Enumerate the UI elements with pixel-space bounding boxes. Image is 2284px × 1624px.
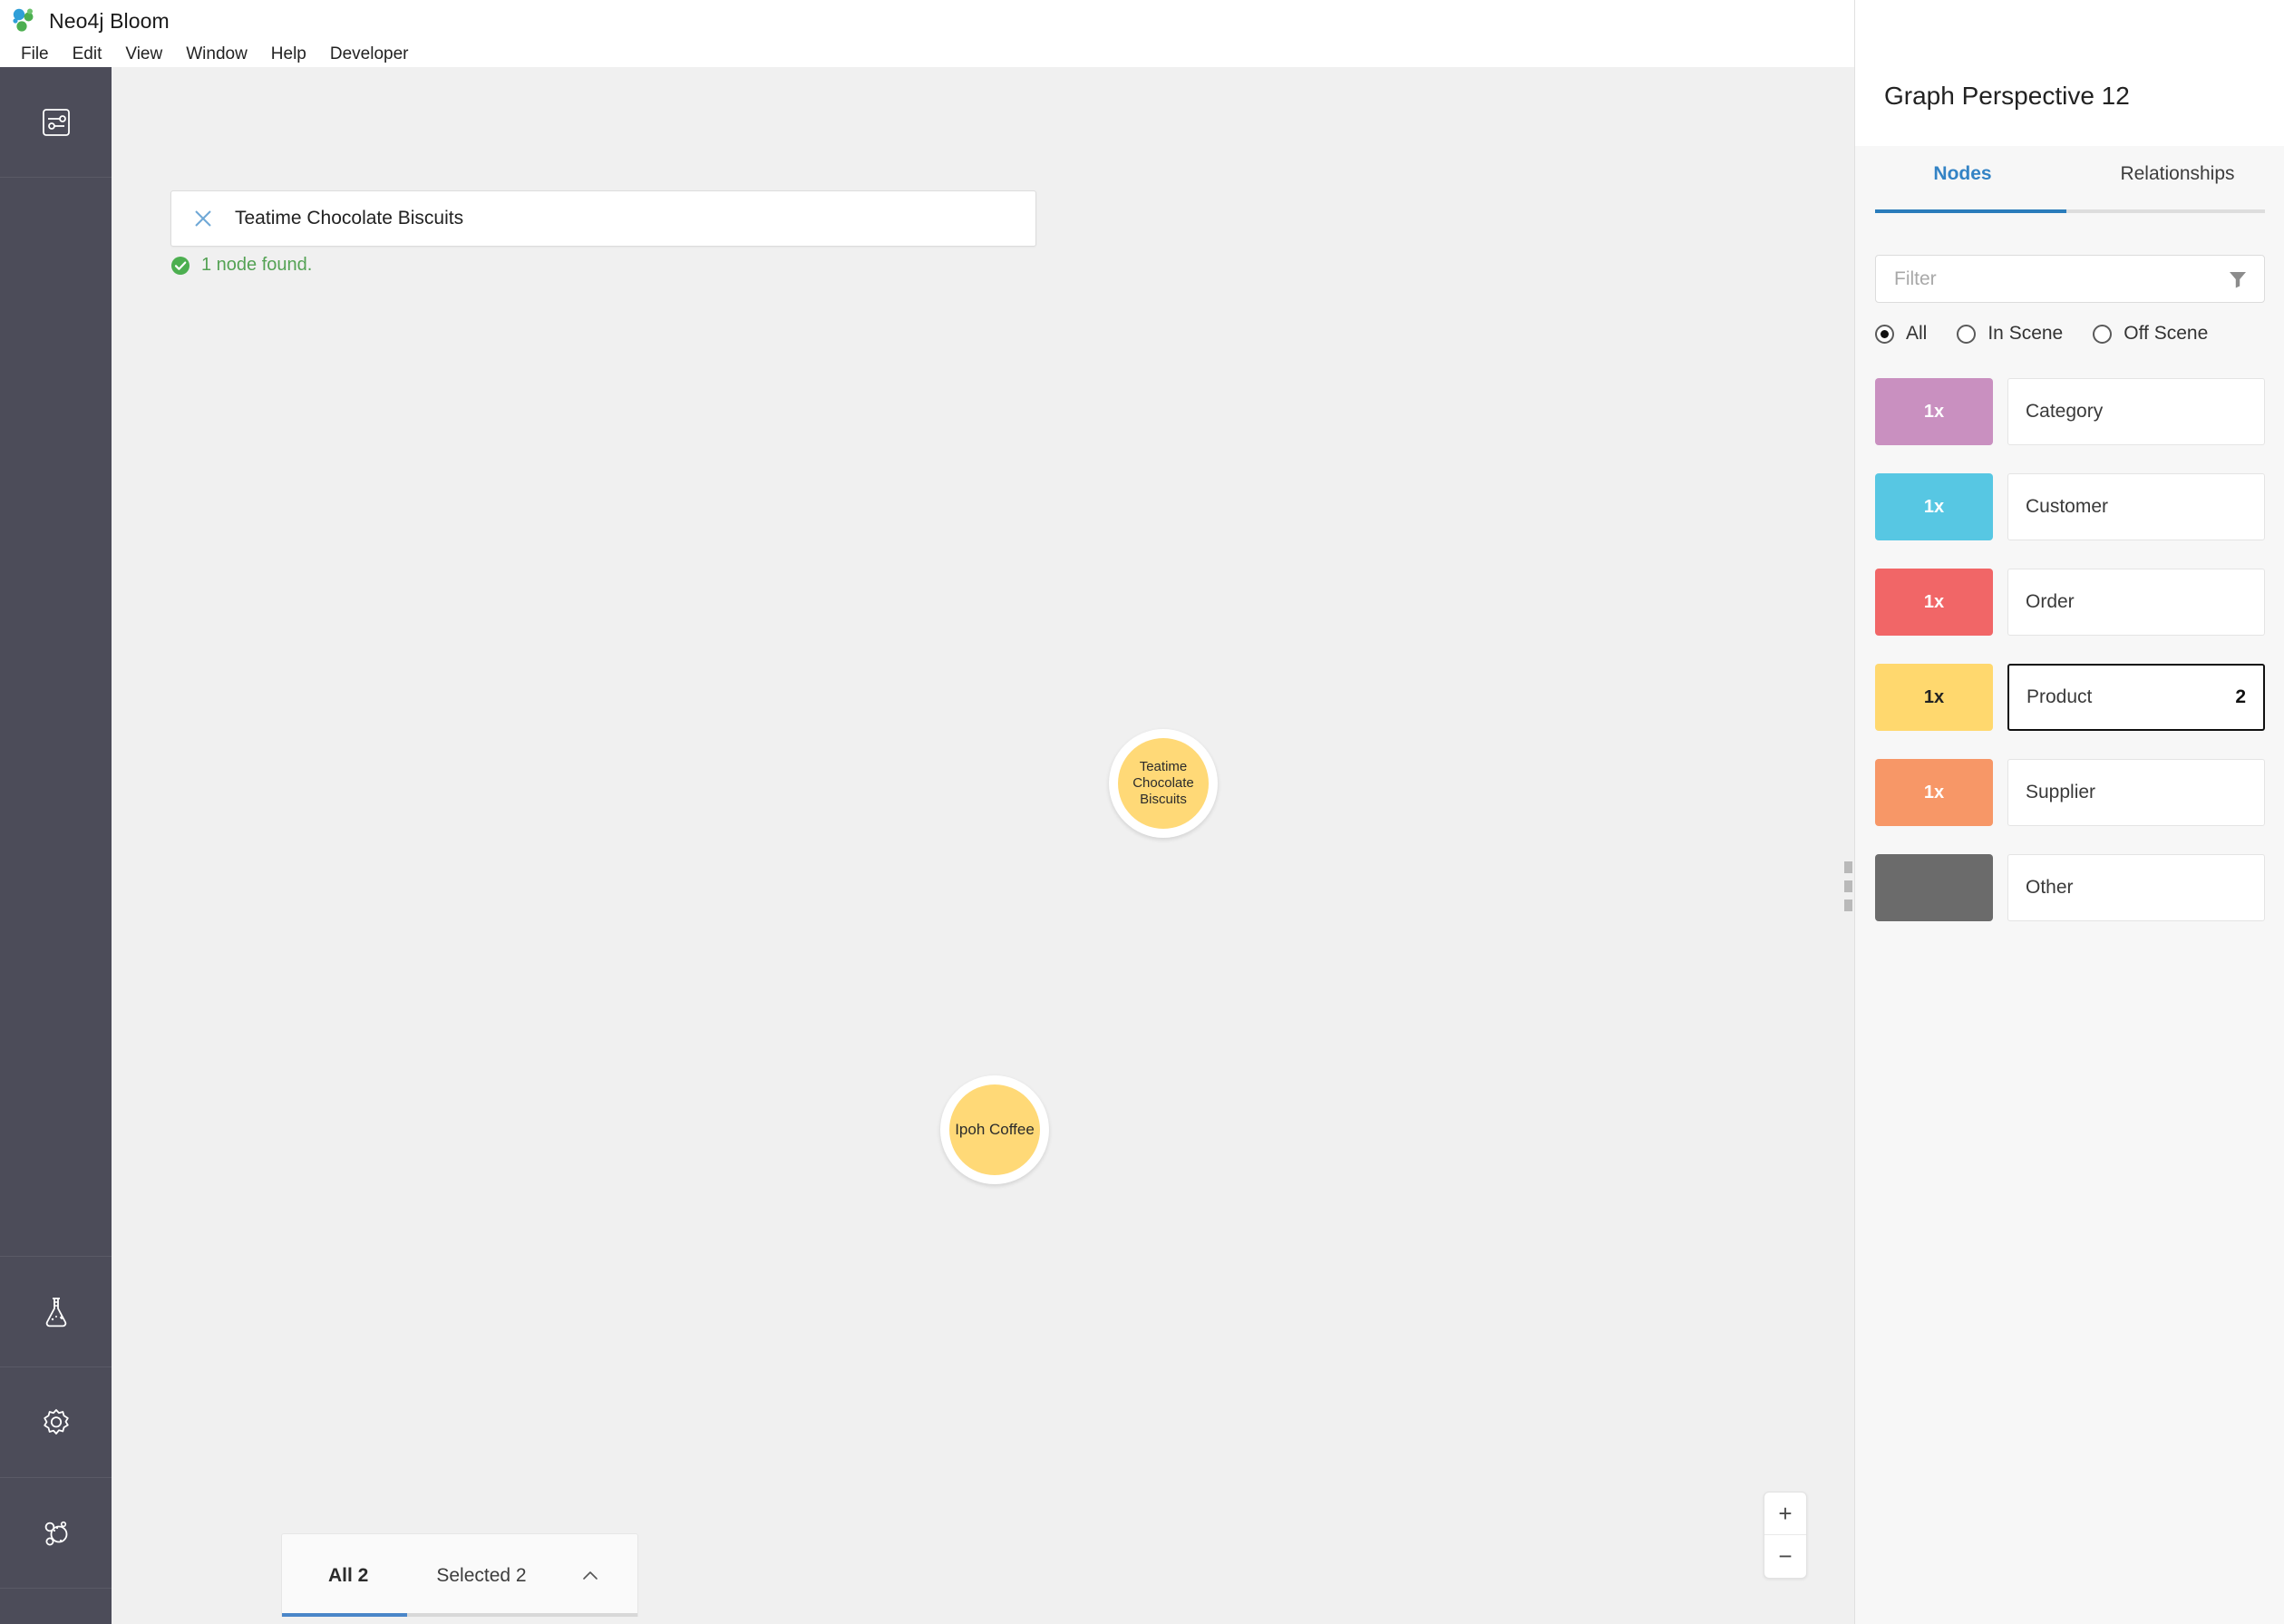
category-row-order[interactable]: 1x Order — [1875, 569, 2265, 636]
category-row-category[interactable]: 1x Category — [1875, 378, 2265, 445]
category-name-cell[interactable]: Other — [2007, 854, 2265, 921]
drag-dot — [1844, 900, 1852, 911]
category-row-customer[interactable]: 1x Customer — [1875, 473, 2265, 540]
category-swatch[interactable]: 1x — [1875, 378, 1993, 445]
category-count: 2 — [2235, 686, 2246, 707]
drag-dot — [1844, 880, 1852, 892]
zoom-out-button[interactable]: − — [1764, 1535, 1806, 1578]
search-input-value[interactable]: Teatime Chocolate Biscuits — [235, 208, 463, 229]
rail-button-perspective[interactable] — [0, 67, 112, 178]
category-swatch[interactable]: 1x — [1875, 569, 1993, 636]
category-label: Product — [2026, 686, 2093, 707]
radio-dot-off-scene[interactable] — [2093, 324, 2113, 344]
graph-canvas[interactable]: Teatime Chocolate Biscuits 1 node found.… — [112, 67, 1854, 1624]
menu-item-view[interactable]: View — [113, 42, 174, 67]
category-swatch[interactable]: 1x — [1875, 473, 1993, 540]
scope-radio-group: All In Scene Off Scene — [1875, 323, 2274, 345]
category-label: Other — [2026, 877, 2074, 898]
category-swatch[interactable]: 1x — [1875, 759, 1993, 826]
flask-icon — [37, 1293, 75, 1331]
neo4j-bloom-logo-icon — [11, 7, 38, 34]
radio-dot-all[interactable] — [1875, 324, 1894, 344]
app-title: Neo4j Bloom — [49, 8, 170, 33]
rail-button-graph-apps[interactable] — [0, 1478, 112, 1589]
category-name-cell[interactable]: Product 2 — [2007, 664, 2265, 731]
filter-input[interactable] — [1894, 267, 2202, 290]
category-name-cell[interactable]: Order — [2007, 569, 2265, 636]
rail-spacer — [0, 178, 112, 1257]
graph-node-label: Ipoh Coffee — [949, 1084, 1040, 1175]
search-bar[interactable]: Teatime Chocolate Biscuits — [170, 190, 1036, 247]
category-name-cell[interactable]: Supplier — [2007, 759, 2265, 826]
chevron-up-icon[interactable] — [577, 1562, 604, 1590]
radio-in-scene[interactable]: In Scene — [1957, 323, 2063, 345]
menu-item-window[interactable]: Window — [174, 42, 259, 67]
graph-node-label-text: Ipoh Coffee — [955, 1120, 1035, 1138]
category-row-product[interactable]: 1x Product 2 — [1875, 664, 2265, 731]
category-swatch[interactable] — [1875, 854, 1993, 921]
graph-bubbles-icon — [37, 1514, 75, 1552]
tab-underline-active — [1875, 209, 2066, 213]
zoom-controls: + − — [1764, 1492, 1807, 1579]
menu-item-edit[interactable]: Edit — [61, 42, 114, 67]
funnel-icon[interactable] — [2228, 269, 2248, 289]
rail-button-experimental[interactable] — [0, 1257, 112, 1367]
filter-field[interactable] — [1875, 255, 2265, 303]
zoom-in-button[interactable]: + — [1764, 1493, 1806, 1535]
radio-off-scene[interactable]: Off Scene — [2093, 323, 2208, 345]
check-circle-icon — [170, 256, 190, 276]
category-name-cell[interactable]: Customer — [2007, 473, 2265, 540]
category-label: Supplier — [2026, 782, 2096, 802]
radio-label-in-scene: In Scene — [1988, 323, 2064, 344]
category-label: Category — [2026, 401, 2104, 422]
radio-all[interactable]: All — [1875, 323, 1927, 345]
gear-icon — [37, 1404, 75, 1442]
legend-tab-all[interactable]: All 2 — [328, 1565, 368, 1587]
drag-dot — [1844, 861, 1852, 873]
radio-label-all: All — [1906, 323, 1928, 344]
category-row-supplier[interactable]: 1x Supplier — [1875, 759, 2265, 826]
menu-item-help[interactable]: Help — [259, 42, 318, 67]
menu-item-file[interactable]: File — [9, 42, 61, 67]
tab-relationships[interactable]: Relationships — [2070, 146, 2284, 185]
category-name-cell[interactable]: Category — [2007, 378, 2265, 445]
scene-legend-card: All 2 Selected 2 — [281, 1533, 638, 1617]
graph-node-label: Teatime Chocolate Biscuits — [1118, 738, 1209, 829]
graph-node[interactable]: Ipoh Coffee — [940, 1075, 1049, 1184]
node-category-list: 1x Category 1x Customer 1x Order 1x Prod… — [1875, 378, 2265, 949]
radio-dot-in-scene[interactable] — [1957, 324, 1977, 344]
close-icon[interactable] — [191, 207, 215, 230]
category-label: Customer — [2026, 496, 2109, 517]
search-status-text: 1 node found. — [201, 255, 313, 275]
search-status: 1 node found. — [170, 255, 312, 276]
tab-nodes[interactable]: Nodes — [1855, 146, 2070, 185]
radio-label-off-scene: Off Scene — [2124, 323, 2209, 344]
category-row-other[interactable]: Other — [1875, 854, 2265, 921]
sliders-icon — [38, 104, 74, 141]
category-label: Order — [2026, 591, 2075, 612]
page-title: Graph Perspective 12 — [1884, 82, 2130, 110]
perspective-panel: Graph Perspective 12 Nodes Relationships… — [1844, 0, 2284, 1624]
legend-underline-active — [282, 1613, 407, 1617]
legend-tab-selected[interactable]: Selected 2 — [436, 1565, 526, 1587]
drag-dots-icon[interactable] — [1844, 861, 1853, 918]
menu-item-developer[interactable]: Developer — [318, 42, 421, 67]
category-swatch[interactable]: 1x — [1875, 664, 1993, 731]
graph-node-label-text: Teatime Chocolate Biscuits — [1132, 758, 1194, 808]
graph-node[interactable]: Teatime Chocolate Biscuits — [1109, 729, 1218, 838]
left-icon-rail — [0, 67, 112, 1624]
rail-button-settings[interactable] — [0, 1367, 112, 1478]
